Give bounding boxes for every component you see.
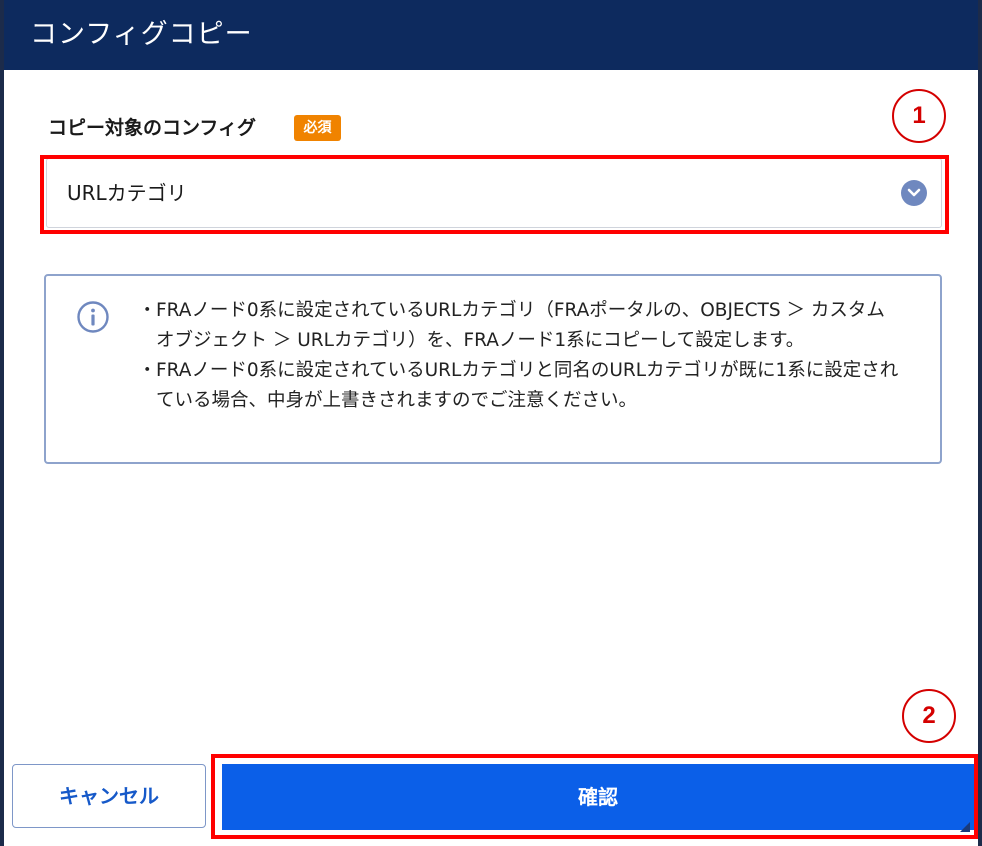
- config-select[interactable]: URLカテゴリ: [46, 158, 942, 228]
- info-panel: ・ FRAノード0系に設定されているURLカテゴリ（FRAポータルの、OBJEC…: [44, 274, 942, 464]
- dialog-title: コンフィグコピー: [30, 19, 253, 50]
- info-icon: [76, 300, 110, 338]
- info-text: ・ FRAノード0系に設定されているURLカテゴリ（FRAポータルの、OBJEC…: [138, 296, 908, 416]
- info-line-text: FRAノード0系に設定されているURLカテゴリと同名のURLカテゴリが既に1系に…: [156, 360, 899, 411]
- cancel-button[interactable]: キャンセル: [12, 764, 206, 828]
- bullet: ・: [138, 300, 157, 321]
- chevron-down-icon[interactable]: [901, 180, 927, 206]
- annotation-marker-1: 1: [892, 89, 946, 143]
- config-copy-dialog: コンフィグコピー コピー対象のコンフィグ 必須 URLカテゴリ ・ FRAノード…: [4, 0, 978, 846]
- field-label: コピー対象のコンフィグ: [48, 117, 257, 139]
- info-line-text: FRAノード0系に設定されているURLカテゴリ（FRAポータルの、OBJECTS…: [156, 300, 885, 351]
- dialog-header: コンフィグコピー: [4, 0, 978, 70]
- select-value: URLカテゴリ: [67, 181, 187, 205]
- required-badge: 必須: [294, 115, 341, 141]
- resize-grip-icon[interactable]: [960, 817, 970, 836]
- info-line-2: ・ FRAノード0系に設定されているURLカテゴリと同名のURLカテゴリが既に1…: [138, 356, 908, 416]
- annotation-marker-2: 2: [902, 689, 956, 743]
- bullet: ・: [138, 360, 157, 381]
- info-line-1: ・ FRAノード0系に設定されているURLカテゴリ（FRAポータルの、OBJEC…: [138, 296, 908, 356]
- confirm-button[interactable]: 確認: [222, 764, 974, 830]
